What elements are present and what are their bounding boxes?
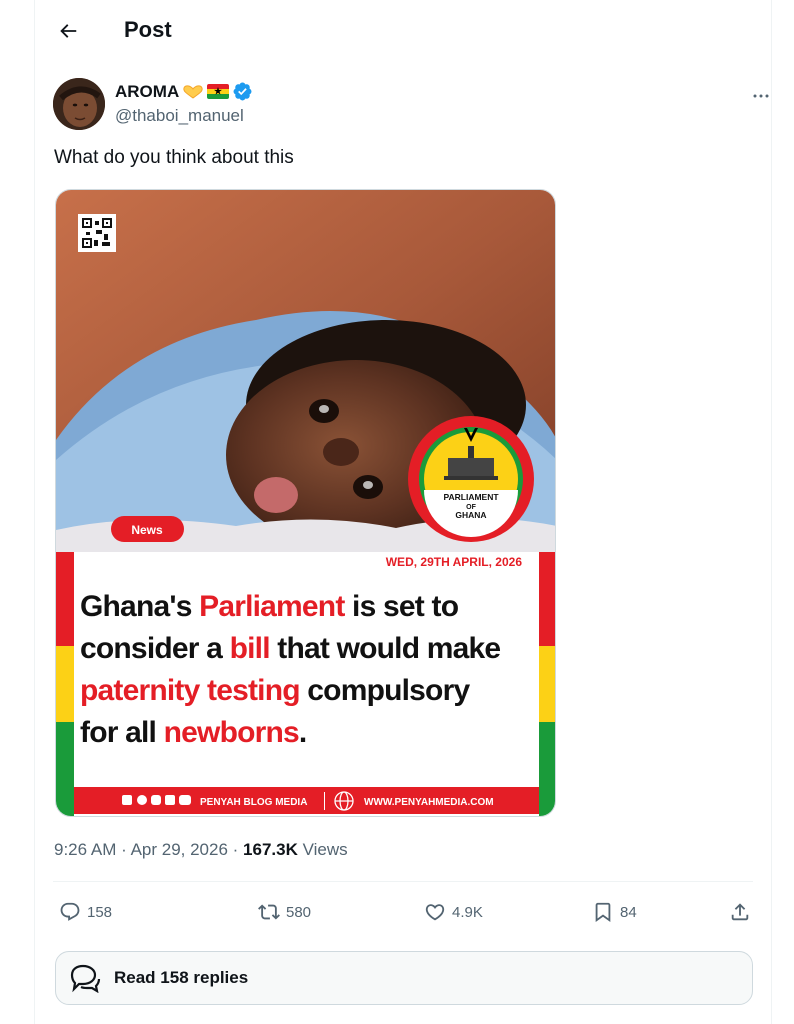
reply-icon — [60, 902, 80, 921]
post-text: What do you think about this — [54, 147, 294, 168]
headline-highlight: newborns — [164, 716, 299, 749]
post-column: Post AROMA @thaboi_manuel What do you th… — [34, 0, 772, 1024]
headline-line: for all newborns. — [80, 716, 306, 749]
verified-badge-icon — [233, 82, 252, 101]
post-media-image[interactable]: PARLIAMENT OF GHANA News WED, 29TH APRIL… — [55, 189, 556, 817]
headline-text: for all — [80, 716, 164, 749]
read-replies-button[interactable]: Read 158 replies — [55, 951, 753, 1005]
news-tag: News — [131, 523, 163, 537]
views-count: 167.3K — [243, 840, 298, 859]
display-name-text: AROMA — [115, 81, 180, 101]
headline-line: paternity testing compulsory — [80, 674, 470, 707]
reply-bubbles-icon — [70, 964, 101, 993]
headline-text: . — [299, 716, 307, 749]
user-handle[interactable]: @thaboi_manuel — [115, 106, 244, 126]
post-meta: 9:26 AM · Apr 29, 2026 · 167.3K Views — [54, 840, 348, 860]
heart-icon — [425, 904, 445, 921]
like-button[interactable]: 4.9K — [424, 896, 483, 928]
bookmark-button[interactable]: 84 — [592, 896, 637, 928]
display-name[interactable]: AROMA — [115, 81, 253, 102]
share-icon — [731, 903, 749, 921]
more-dots-icon — [753, 94, 769, 98]
headline-highlight: paternity testing — [80, 674, 300, 707]
meta-separator: · — [121, 840, 131, 859]
headline-text: that would make — [270, 632, 501, 665]
header: Post — [35, 0, 773, 62]
post-time[interactable]: 9:26 AM — [54, 840, 116, 859]
bookmark-icon — [595, 902, 611, 923]
news-date: WED, 29TH APRIL, 2026 — [386, 555, 523, 569]
back-button[interactable] — [53, 16, 83, 46]
bookmark-count: 84 — [620, 903, 637, 921]
footer-brand: PENYAH BLOG MEDIA — [200, 797, 307, 808]
seal-line-3: GHANA — [455, 510, 486, 520]
like-count: 4.9K — [452, 903, 483, 921]
headline-text: consider a — [80, 632, 230, 665]
more-options-button[interactable] — [749, 84, 773, 108]
post-author: AROMA @thaboi_manuel — [53, 78, 769, 130]
reply-button[interactable]: 158 — [59, 896, 112, 928]
headline-highlight: Parliament — [199, 590, 345, 623]
reply-count: 158 — [87, 903, 113, 921]
avatar[interactable] — [53, 78, 105, 130]
repost-button[interactable]: 580 — [258, 896, 311, 928]
parliament-seal: PARLIAMENT OF GHANA — [408, 416, 534, 542]
headline-line: consider a bill that would make — [80, 632, 500, 665]
read-replies-label: Read 158 replies — [114, 968, 249, 987]
arrow-left-icon — [60, 24, 77, 38]
headline-text: Ghana's — [80, 590, 199, 623]
post-date[interactable]: Apr 29, 2026 — [131, 840, 228, 859]
headline-highlight: bill — [230, 632, 270, 665]
repost-count: 580 — [286, 903, 312, 921]
headline-text: compulsory — [300, 674, 471, 707]
repost-icon — [258, 904, 280, 920]
share-button[interactable] — [729, 896, 751, 928]
headline-text: is set to — [345, 590, 459, 623]
footer-url: WWW.PENYAHMEDIA.COM — [364, 797, 494, 808]
views-label: Views — [302, 840, 348, 859]
ghana-flag-icon — [207, 84, 230, 99]
heart-hands-emoji-icon — [183, 84, 203, 99]
divider — [53, 881, 753, 882]
news-graphic: PARLIAMENT OF GHANA News WED, 29TH APRIL… — [56, 190, 555, 816]
seal-line-1: PARLIAMENT — [443, 492, 499, 502]
page-title: Post — [124, 17, 172, 42]
headline-line: Ghana's Parliament is set to — [80, 590, 459, 623]
action-bar: 158 580 4.9K 84 — [53, 896, 753, 928]
meta-separator: · — [232, 840, 244, 859]
